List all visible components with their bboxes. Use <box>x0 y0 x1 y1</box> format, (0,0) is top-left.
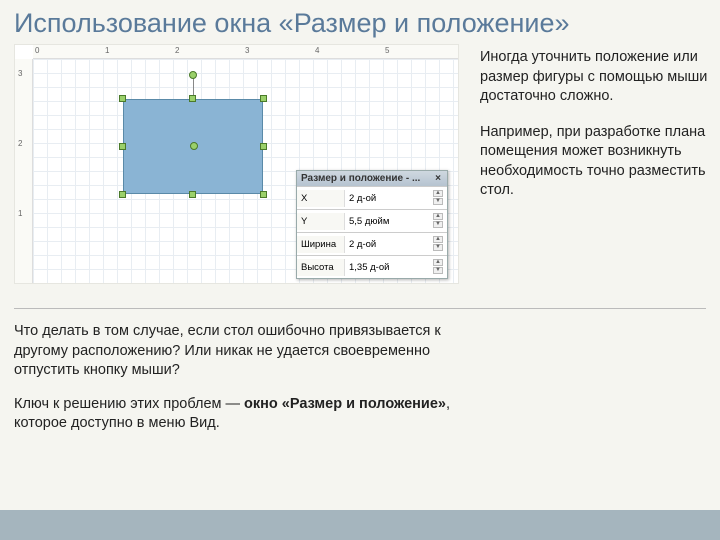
value-text: 2 д-ой <box>349 193 376 204</box>
resize-handle-ne[interactable] <box>260 95 267 102</box>
value-text: 1,35 д-ой <box>349 262 389 273</box>
field-value[interactable]: 2 д-ой ▲▼ <box>345 187 447 209</box>
panel-titlebar[interactable]: Размер и положение - ... × <box>297 171 447 186</box>
ruler-tick: 1 <box>105 46 109 55</box>
size-position-panel[interactable]: Размер и положение - ... × X 2 д-ой ▲▼ Y… <box>296 170 448 279</box>
panel-row-height: Высота 1,35 д-ой ▲▼ <box>297 255 447 278</box>
value-text: 5,5 дюйм <box>349 216 389 227</box>
close-icon[interactable]: × <box>433 173 443 184</box>
value-text: 2 д-ой <box>349 239 376 250</box>
ruler-tick: 3 <box>245 46 249 55</box>
slide-title: Использование окна «Размер и положение» <box>0 0 720 45</box>
panel-row-x: X 2 д-ой ▲▼ <box>297 186 447 209</box>
rotation-handle[interactable] <box>189 71 197 79</box>
field-value[interactable]: 5,5 дюйм ▲▼ <box>345 210 447 232</box>
ruler-tick: 4 <box>315 46 319 55</box>
right-text-block: Иногда уточнить положение или размер фиг… <box>480 48 708 217</box>
resize-handle-w[interactable] <box>119 143 126 150</box>
field-label: X <box>297 190 345 207</box>
rectangle-shape[interactable] <box>123 99 263 194</box>
resize-handle-sw[interactable] <box>119 191 126 198</box>
bottom-text-block: Что делать в том случае, если стол ошибо… <box>14 322 454 448</box>
ruler-tick: 1 <box>18 209 22 218</box>
panel-title-text: Размер и положение - ... <box>301 173 420 184</box>
text: Ключ к решению этих проблем — <box>14 396 244 412</box>
ruler-tick: 0 <box>35 46 39 55</box>
resize-handle-nw[interactable] <box>119 95 126 102</box>
ruler-tick: 5 <box>385 46 389 55</box>
footer-bar <box>0 510 720 540</box>
divider <box>14 308 706 309</box>
field-label: Ширина <box>297 236 345 253</box>
ruler-horizontal: 0 1 2 3 4 5 <box>33 45 458 59</box>
paragraph: Иногда уточнить положение или размер фиг… <box>480 48 708 107</box>
panel-row-width: Ширина 2 д-ой ▲▼ <box>297 232 447 255</box>
field-label: Y <box>297 213 345 230</box>
panel-row-y: Y 5,5 дюйм ▲▼ <box>297 209 447 232</box>
paragraph: Что делать в том случае, если стол ошибо… <box>14 322 454 381</box>
pin-handle[interactable] <box>190 142 198 150</box>
field-value[interactable]: 2 д-ой ▲▼ <box>345 233 447 255</box>
spinner-icon[interactable]: ▲▼ <box>433 236 443 252</box>
field-value[interactable]: 1,35 д-ой ▲▼ <box>345 256 447 278</box>
ruler-tick: 2 <box>175 46 179 55</box>
spinner-icon[interactable]: ▲▼ <box>433 213 443 229</box>
spinner-icon[interactable]: ▲▼ <box>433 190 443 206</box>
paragraph: Ключ к решению этих проблем — окно «Разм… <box>14 395 454 434</box>
spinner-icon[interactable]: ▲▼ <box>433 259 443 275</box>
text-bold: окно «Размер и положение» <box>244 396 446 412</box>
ruler-vertical: 3 2 1 <box>15 59 33 283</box>
screenshot-block: 0 1 2 3 4 5 3 2 1 <box>14 44 459 284</box>
resize-handle-s[interactable] <box>189 191 196 198</box>
paragraph: Например, при разработке плана помещения… <box>480 123 708 201</box>
resize-handle-se[interactable] <box>260 191 267 198</box>
ruler-tick: 3 <box>18 69 22 78</box>
resize-handle-n[interactable] <box>189 95 196 102</box>
drawing-canvas: 0 1 2 3 4 5 3 2 1 <box>14 44 459 284</box>
field-label: Высота <box>297 259 345 276</box>
ruler-tick: 2 <box>18 139 22 148</box>
resize-handle-e[interactable] <box>260 143 267 150</box>
